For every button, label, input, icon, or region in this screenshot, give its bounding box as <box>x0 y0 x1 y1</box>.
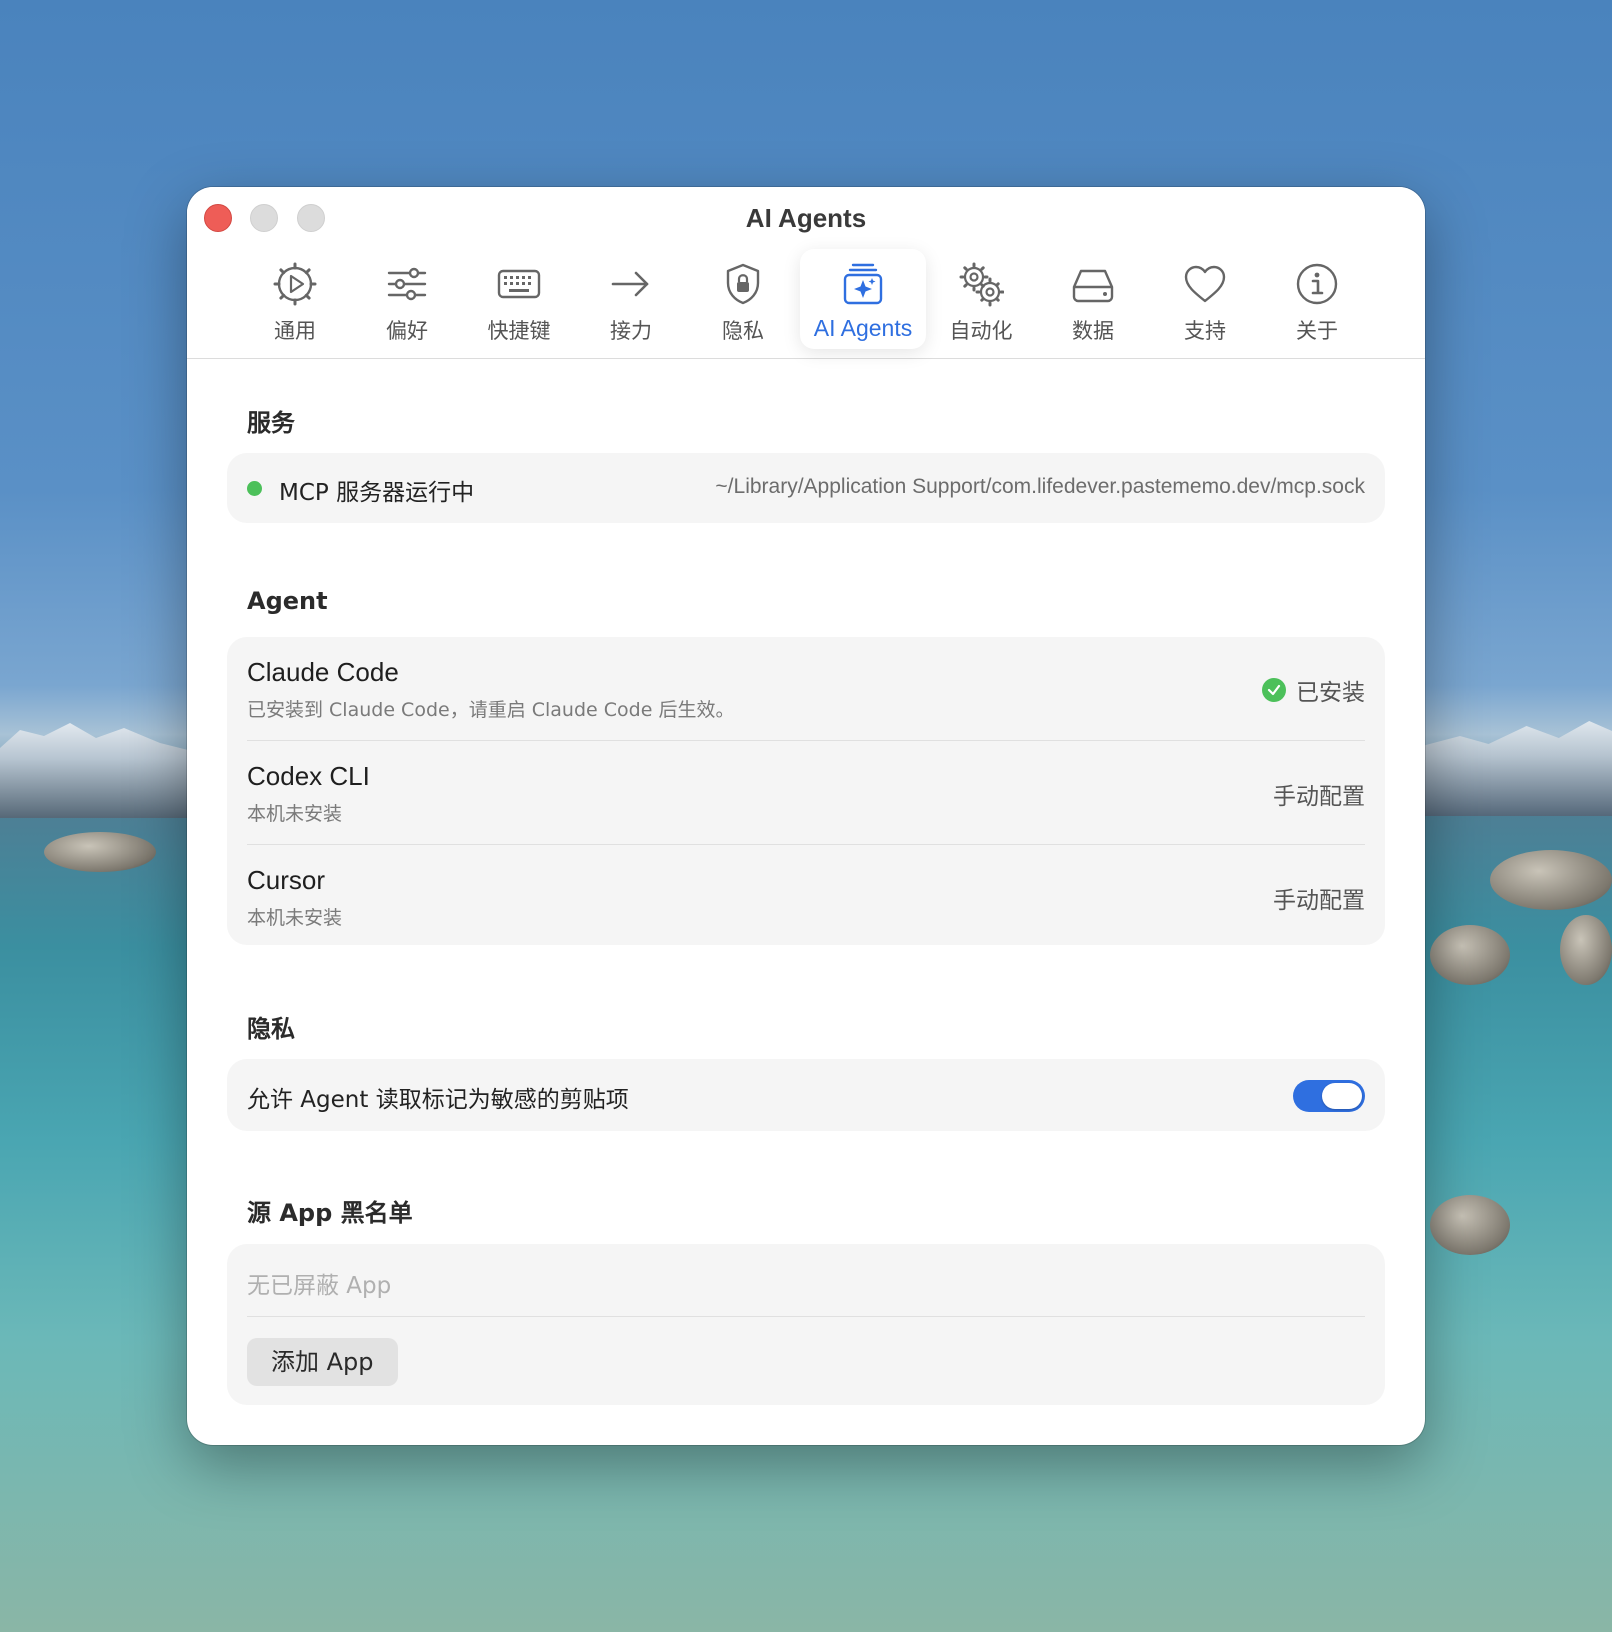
section-title-blacklist: 源 App 黑名单 <box>247 1199 413 1227</box>
section-title-agent: Agent <box>247 587 328 615</box>
wallpaper-rock <box>1430 925 1510 985</box>
gears-icon <box>959 262 1004 307</box>
tab-label: 支持 <box>1184 319 1226 343</box>
agent-name: Claude Code <box>247 657 399 687</box>
arrow-right-icon <box>611 271 649 297</box>
heart-icon <box>1184 265 1226 303</box>
mcp-socket-path[interactable]: ~/Library/Application Support/com.lifede… <box>715 475 1365 499</box>
agent-status-installed: 已安装 <box>1262 673 1365 707</box>
tab-label: 自动化 <box>949 319 1013 343</box>
settings-content: 服务 MCP 服务器运行中 ~/Library/Application Supp… <box>187 359 1425 1445</box>
sensitive-access-label: 允许 Agent 读取标记为敏感的剪贴项 <box>247 1087 629 1113</box>
wallpaper-rock <box>1430 1195 1510 1255</box>
tab-ai-agents[interactable]: AI Agents <box>800 249 926 349</box>
tab-label: 隐私 <box>722 319 764 343</box>
agent-row-cursor: Cursor 本机未安装 手动配置 <box>227 845 1385 949</box>
tab-automation[interactable]: 自动化 <box>925 249 1037 349</box>
tab-support[interactable]: 支持 <box>1149 249 1261 349</box>
tab-label: 数据 <box>1072 319 1114 343</box>
gear-play-icon <box>273 262 317 306</box>
tab-general[interactable]: 通用 <box>239 249 351 349</box>
tab-label: 通用 <box>274 319 316 343</box>
blacklist-card: 无已屏蔽 App 添加 App <box>227 1244 1385 1405</box>
drive-icon <box>1072 269 1114 303</box>
checkmark-icon <box>1262 678 1286 702</box>
window-toolbar: AI Agents 通用 偏好 快捷键 接力 隐私 AI Agents 自动化 … <box>187 187 1425 359</box>
add-app-button[interactable]: 添加 App <box>247 1338 398 1386</box>
manual-config-button[interactable]: 手动配置 <box>1273 881 1365 915</box>
window-title: AI Agents <box>745 203 867 233</box>
agent-description: 本机未安装 <box>247 907 343 929</box>
agent-row-codex-cli: Codex CLI 本机未安装 手动配置 <box>227 741 1385 845</box>
tab-preferences[interactable]: 偏好 <box>351 249 463 349</box>
tab-handoff[interactable]: 接力 <box>575 249 687 349</box>
row-divider <box>247 1316 1365 1317</box>
tab-shortcuts[interactable]: 快捷键 <box>463 249 575 349</box>
keyboard-icon <box>497 269 541 299</box>
agent-row-claude-code: Claude Code 已安装到 Claude Code，请重启 Claude … <box>227 637 1385 741</box>
manual-config-button[interactable]: 手动配置 <box>1273 777 1365 811</box>
agents-card: Claude Code 已安装到 Claude Code，请重启 Claude … <box>227 637 1385 945</box>
agent-name: Cursor <box>247 865 326 895</box>
tab-label: 快捷键 <box>487 319 551 343</box>
tab-label: AI Agents <box>813 315 913 341</box>
tab-privacy[interactable]: 隐私 <box>687 249 799 349</box>
section-title-services: 服务 <box>247 409 295 437</box>
wallpaper-rock <box>1490 850 1612 910</box>
agent-name: Codex CLI <box>247 761 370 791</box>
running-indicator <box>247 481 262 496</box>
wallpaper-mountain-left <box>0 723 200 818</box>
settings-window: AI Agents 通用 偏好 快捷键 接力 隐私 AI Agents 自动化 … <box>187 187 1425 1445</box>
mcp-server-status-card: MCP 服务器运行中 ~/Library/Application Support… <box>227 453 1385 523</box>
tab-about[interactable]: 关于 <box>1261 249 1373 349</box>
shield-lock-icon <box>726 263 760 305</box>
sliders-icon <box>387 267 427 301</box>
privacy-card: 允许 Agent 读取标记为敏感的剪贴项 <box>227 1059 1385 1131</box>
agent-status-label: 已安装 <box>1296 680 1365 706</box>
tab-label: 关于 <box>1296 319 1338 343</box>
wallpaper-rock <box>44 832 156 872</box>
tab-data[interactable]: 数据 <box>1037 249 1149 349</box>
sparkle-stack-icon <box>843 263 883 305</box>
section-title-privacy: 隐私 <box>247 1015 295 1043</box>
wallpaper-mountain-right <box>1422 721 1612 816</box>
mcp-status-label: MCP 服务器运行中 <box>279 480 475 506</box>
tab-label: 偏好 <box>386 319 428 343</box>
blacklist-empty-text: 无已屏蔽 App <box>247 1273 392 1299</box>
toggle-knob <box>1322 1083 1362 1109</box>
wallpaper-rock <box>1560 915 1612 985</box>
info-icon <box>1296 263 1338 305</box>
tab-label: 接力 <box>610 319 652 343</box>
settings-tab-bar: 通用 偏好 快捷键 接力 隐私 AI Agents 自动化 数据 支持 关于 <box>187 249 1425 349</box>
agent-description: 本机未安装 <box>247 803 343 825</box>
agent-description: 已安装到 Claude Code，请重启 Claude Code 后生效。 <box>247 699 735 721</box>
sensitive-access-toggle[interactable] <box>1293 1080 1365 1112</box>
